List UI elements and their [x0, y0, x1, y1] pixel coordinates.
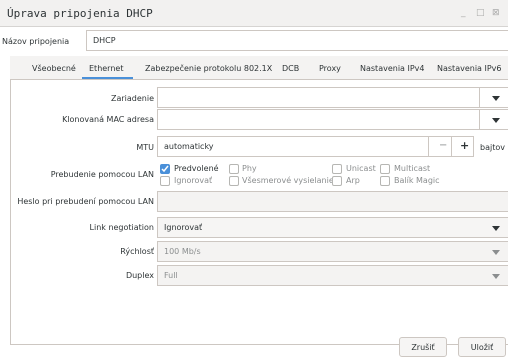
tab-dcb[interactable]: DCB [282, 64, 299, 73]
dropdown-separator [479, 88, 480, 107]
speed-value: 100 Mb/s [164, 247, 201, 256]
wol-ignore-checkbox[interactable] [160, 176, 170, 186]
device-dropdown[interactable] [157, 87, 508, 108]
speed-label: Rýchlosť [120, 247, 154, 256]
wol-magic-label: Balík Magic [394, 176, 440, 185]
tab-general[interactable]: Všeobecné [32, 64, 76, 73]
maximize-icon[interactable]: □ [476, 8, 485, 18]
mtu-decrement-button[interactable]: − [439, 140, 447, 151]
cancel-button-label: Zrušiť [411, 343, 435, 352]
duplex-value: Full [164, 271, 178, 280]
connection-name-label: Názov pripojenia [2, 37, 70, 46]
close-icon[interactable]: ⊠ [492, 8, 500, 18]
mtu-increment-button[interactable]: + [460, 139, 469, 152]
device-label: Zariadenie [110, 94, 154, 103]
link-negotiation-value: Ignorovať [164, 223, 203, 232]
cloned-mac-dropdown[interactable] [157, 109, 508, 130]
save-button[interactable]: Uložiť [458, 337, 506, 357]
wol-label: Prebudenie pomocou LAN [50, 170, 154, 179]
wol-password-label: Heslo pri prebudení pomocou LAN [17, 197, 154, 206]
connection-name-input[interactable]: DHCP [86, 30, 508, 51]
tab-proxy[interactable]: Proxy [319, 64, 341, 73]
wol-multicast-label: Multicast [394, 164, 431, 173]
wol-default-checkbox[interactable] [160, 164, 170, 174]
connection-name-value: DHCP [93, 36, 116, 45]
wol-unicast-label: Unicast [346, 164, 376, 173]
wol-unicast-checkbox[interactable] [332, 164, 342, 174]
wol-arp-checkbox[interactable] [332, 176, 342, 186]
link-negotiation-label: Link negotiation [89, 223, 154, 232]
mtu-spinbutton[interactable]: automaticky − + [157, 136, 474, 157]
wol-password-input[interactable] [157, 191, 508, 212]
mtu-unit: bajtov [480, 143, 505, 152]
tab-ethernet[interactable]: Ethernet [89, 64, 123, 73]
wol-arp-label: Arp [346, 176, 360, 185]
chevron-down-icon [492, 118, 500, 123]
mtu-label: MTU [136, 143, 154, 152]
wol-phy-checkbox[interactable] [229, 164, 239, 174]
wol-multicast-checkbox[interactable] [380, 164, 390, 174]
link-negotiation-dropdown[interactable]: Ignorovať [157, 217, 508, 238]
cloned-mac-label: Klonovaná MAC adresa [62, 115, 154, 124]
wol-ignore-label: Ignorovať [174, 176, 213, 185]
dropdown-separator [479, 110, 480, 129]
minimize-icon[interactable]: _ [461, 8, 466, 18]
duplex-dropdown[interactable]: Full [157, 265, 508, 286]
save-button-label: Uložiť [470, 343, 494, 352]
tab-ipv4-settings[interactable]: Nastavenia IPv4 [360, 64, 425, 73]
wol-magic-checkbox[interactable] [380, 176, 390, 186]
chevron-down-icon [492, 274, 500, 279]
spin-separator [428, 137, 429, 156]
chevron-down-icon [492, 96, 500, 101]
wol-broadcast-checkbox[interactable] [229, 176, 239, 186]
spin-separator [451, 137, 452, 156]
tab-8021x-security[interactable]: Zabezpečenie protokolu 802.1X [145, 64, 272, 73]
wol-broadcast-label: Všesmerové vysielanie [242, 176, 334, 185]
duplex-label: Duplex [125, 271, 154, 280]
wol-phy-label: Phy [242, 164, 257, 173]
speed-dropdown[interactable]: 100 Mb/s [157, 241, 508, 262]
tab-ipv6-settings[interactable]: Nastavenia IPv6 [437, 64, 502, 73]
mtu-value: automaticky [164, 142, 214, 151]
cancel-button[interactable]: Zrušiť [399, 337, 447, 357]
chevron-down-icon [492, 250, 500, 255]
window-title: Úprava pripojenia DHCP [7, 7, 153, 20]
chevron-down-icon [492, 226, 500, 231]
wol-default-label: Predvolené [174, 164, 219, 173]
tab-active-indicator [82, 77, 133, 79]
checkmark-icon [161, 165, 169, 173]
